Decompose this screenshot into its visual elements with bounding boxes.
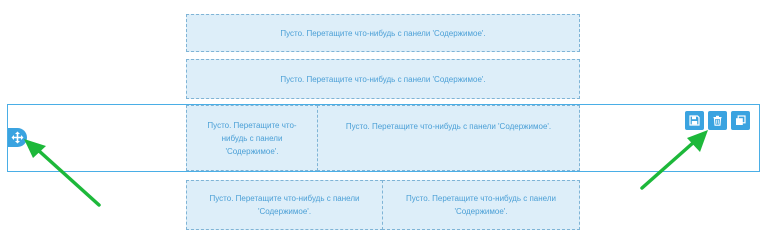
- arrow-to-toolbar: [640, 130, 708, 190]
- arrow-to-move-handle: [24, 139, 101, 207]
- annotation-arrows: [24, 130, 708, 207]
